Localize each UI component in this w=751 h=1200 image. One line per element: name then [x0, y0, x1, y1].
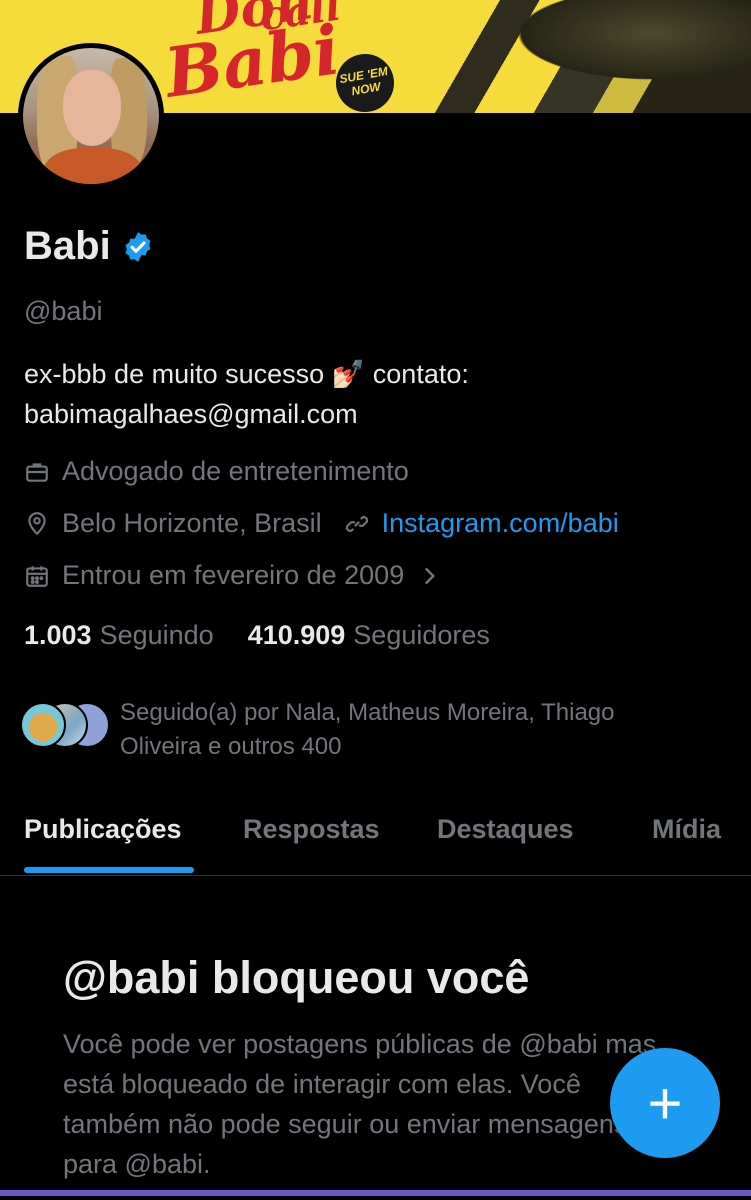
verified-badge-icon[interactable]	[121, 230, 155, 264]
briefcase-icon	[26, 462, 48, 482]
active-tab-indicator	[24, 867, 194, 873]
compose-post-button[interactable]: +	[610, 1048, 720, 1158]
profile-avatar[interactable]	[18, 43, 164, 189]
chevron-right-icon	[425, 567, 436, 584]
avatar-image	[23, 48, 159, 184]
link-icon	[345, 515, 368, 532]
tab-midia[interactable]: Mídia	[652, 814, 721, 845]
profile-handle: @babi	[24, 296, 103, 326]
profession-row: Advogado de entretenimento	[24, 456, 409, 487]
following-stat[interactable]: 1.003 Seguindo	[24, 620, 214, 651]
plus-icon: +	[647, 1069, 683, 1137]
follow-stats: 1.003 Seguindo 410.909 Seguidores	[24, 620, 524, 651]
bottom-edge-bar	[0, 1190, 751, 1196]
profession-text: Advogado de entretenimento	[62, 456, 409, 486]
profile-name-row: Babi	[24, 224, 155, 269]
location-text: Belo Horizonte, Brasil	[62, 508, 322, 538]
calendar-icon	[26, 565, 48, 587]
blocked-message: Você pode ver postagens públicas de @bab…	[63, 1029, 657, 1179]
follower-avatar	[20, 702, 66, 748]
joined-text: Entrou em fevereiro de 2009	[62, 560, 405, 590]
blocked-title: @babi bloqueou você	[63, 952, 530, 1003]
location-website-row: Belo Horizonte, Brasil Instagram.com/bab…	[24, 508, 619, 539]
followed-by-row[interactable]: Seguido(a) por Nala, Matheus Moreira, Th…	[20, 698, 680, 764]
profile-tabs: Publicações Respostas Destaques Mídia	[0, 800, 751, 876]
website-link[interactable]: Instagram.com/babi	[382, 508, 619, 539]
banner-photo	[421, 0, 751, 113]
tab-publicacoes[interactable]: Publicações	[24, 814, 182, 845]
follower-avatars	[20, 698, 116, 750]
joined-row[interactable]: Entrou em fevereiro de 2009	[24, 560, 442, 591]
tab-destaques[interactable]: Destaques	[437, 814, 574, 845]
followers-stat[interactable]: 410.909 Seguidores	[248, 620, 490, 651]
profile-name: Babi	[24, 224, 111, 268]
location-pin-icon	[28, 511, 46, 535]
followed-by-text: Seguido(a) por Nala, Matheus Moreira, Th…	[120, 699, 615, 760]
tab-respostas[interactable]: Respostas	[243, 814, 380, 845]
profile-bio: ex-bbb de muito sucesso 💅🏻 contato: babi…	[24, 359, 469, 429]
